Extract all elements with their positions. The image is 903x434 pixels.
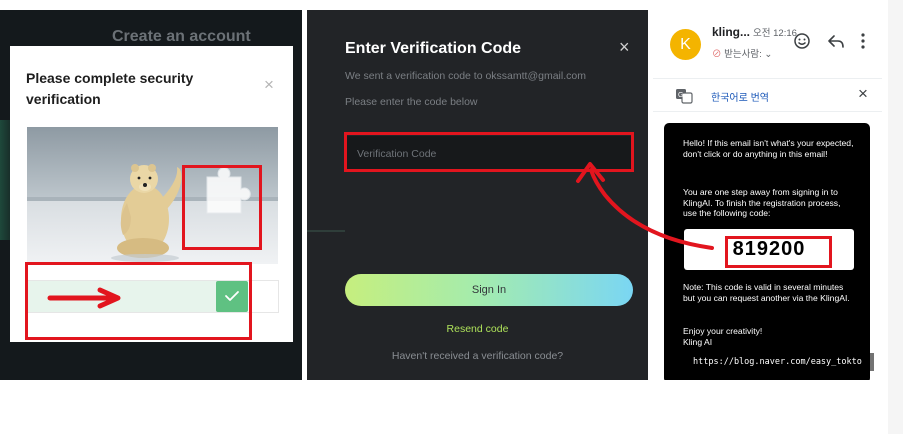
background-decoration	[307, 230, 345, 232]
recipient-label: 받는사람: ⌄	[724, 49, 773, 60]
emoji-reaction-icon[interactable]	[793, 32, 811, 55]
email-paragraph: Hello! If this email isn't what's your e…	[683, 138, 854, 159]
code-highlight	[725, 236, 832, 268]
email-signature: Kling AI	[683, 337, 713, 347]
close-icon[interactable]: ×	[619, 38, 630, 56]
sent-message: We sent a verification code to okssamtt@…	[345, 70, 586, 82]
translate-to-korean-link[interactable]: 한국어로 번역	[711, 89, 769, 104]
recipient-dropdown[interactable]: ⊘ 받는사람: ⌄	[712, 46, 772, 60]
slider-highlight	[25, 262, 252, 340]
svg-text:G: G	[678, 92, 683, 99]
email-time: 오전 12:16	[753, 28, 797, 39]
close-icon[interactable]: ×	[858, 85, 868, 102]
resend-code-link[interactable]: Resend code	[307, 323, 648, 335]
background-page-title: Create an account	[112, 28, 251, 45]
no-image-icon: ⊘	[712, 49, 722, 60]
puzzle-slot-highlight	[182, 165, 262, 250]
email-paragraph: You are one step away from signing in to…	[683, 187, 841, 218]
instruction-text: Please enter the code below	[345, 96, 478, 108]
translate-bar: G 한국어로 번역 ×	[653, 78, 882, 112]
dialog-title: Please complete security verification	[26, 70, 194, 107]
not-received-link[interactable]: Haven't received a verification code?	[307, 350, 648, 362]
sender-label: kling...	[712, 25, 751, 39]
reply-icon[interactable]	[828, 34, 844, 53]
sender-name: kling... 오전 12:16	[712, 25, 797, 39]
email-panel: K kling... 오전 12:16 ⊘ 받는사람: ⌄ G 한국어로 번역 ×…	[653, 10, 882, 380]
email-paragraph: Enjoy your creativity!	[683, 326, 763, 336]
email-paragraph: Note: This code is valid in several minu…	[683, 282, 850, 303]
avatar: K	[670, 29, 701, 60]
close-icon[interactable]: ×	[264, 76, 274, 93]
translate-icon: G	[675, 88, 693, 109]
page-edge	[888, 0, 903, 434]
sign-in-button[interactable]: Sign In	[345, 274, 633, 306]
code-input-highlight	[344, 132, 634, 172]
more-options-icon[interactable]	[860, 32, 866, 55]
dialog-title: Enter Verification Code	[345, 40, 522, 57]
blog-watermark: https://blog.naver.com/easy_tokto	[687, 353, 874, 371]
verification-code-panel: Enter Verification Code × We sent a veri…	[307, 10, 648, 380]
